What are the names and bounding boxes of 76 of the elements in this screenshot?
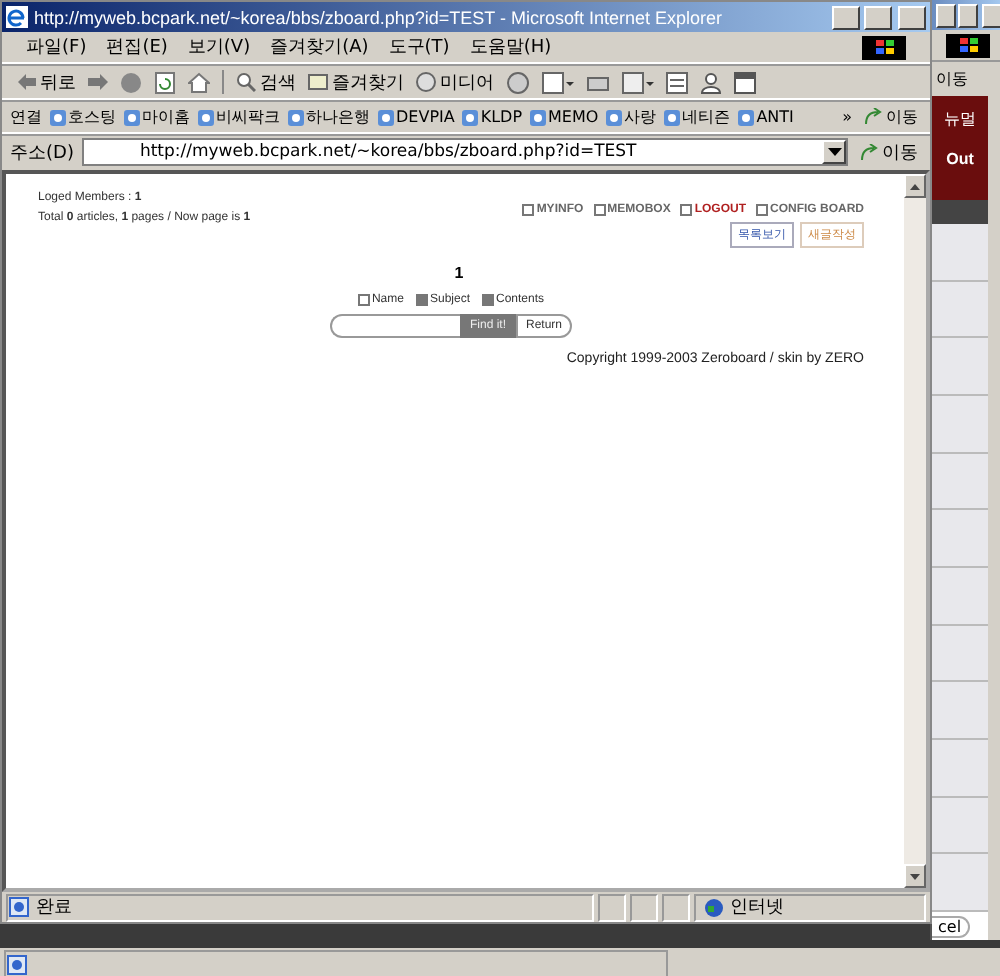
- page-icon: [606, 109, 623, 125]
- search-icon: [236, 72, 256, 92]
- document-icon[interactable]: [666, 71, 688, 93]
- zone-text: 인터넷: [694, 893, 926, 921]
- search-field[interactable]: [329, 314, 460, 338]
- person-icon[interactable]: [700, 71, 722, 93]
- status-panel: [630, 893, 658, 921]
- status-text: 완료: [6, 893, 594, 921]
- go-button[interactable]: 이동: [860, 106, 922, 128]
- menu-item[interactable]: 편집(E): [106, 34, 168, 60]
- link-button[interactable]: 마이홈: [124, 106, 190, 128]
- page-icon: [378, 109, 394, 125]
- link-button[interactable]: MEMO: [530, 108, 599, 126]
- home-icon[interactable]: [188, 71, 210, 93]
- favorites-button[interactable]: 즐겨찾기: [308, 69, 404, 95]
- page-icon: [124, 109, 140, 125]
- scrollbar[interactable]: [904, 174, 926, 888]
- page-icon: [530, 109, 547, 125]
- back-button[interactable]: 뒤로: [18, 69, 76, 95]
- media-button[interactable]: 미디어: [416, 69, 494, 95]
- more-button[interactable]: »: [842, 108, 852, 126]
- checkbox[interactable]: [482, 294, 494, 306]
- page-icon: [664, 109, 681, 125]
- window-icon[interactable]: [734, 71, 756, 93]
- disc-icon: [416, 72, 436, 92]
- search-button[interactable]: 검색: [236, 69, 296, 95]
- back-arrow-icon: [18, 74, 36, 90]
- link-button[interactable]: 하나은행: [288, 106, 370, 128]
- dark-bar: [932, 200, 988, 224]
- page-icon: [738, 109, 755, 125]
- page-number[interactable]: 1: [38, 264, 880, 282]
- globe-icon: [704, 897, 724, 917]
- checkbox[interactable]: [357, 294, 370, 306]
- scroll-up-button[interactable]: [904, 174, 926, 198]
- up-arrow-icon: [910, 183, 920, 189]
- ie-icon: [6, 6, 28, 28]
- page-icon: [50, 109, 66, 125]
- windows-logo-icon: [945, 33, 989, 57]
- page-icon: [8, 896, 30, 918]
- cancel-button[interactable]: cel: [932, 915, 970, 937]
- menu-item[interactable]: 보기(V): [187, 34, 251, 60]
- go-arrow-icon: [864, 108, 882, 126]
- status-panel: [662, 893, 690, 921]
- page-icon: [6, 953, 28, 975]
- page-icon: [288, 109, 304, 125]
- down-arrow-icon: [910, 873, 920, 879]
- go-arrow-icon: [860, 143, 878, 161]
- checkbox[interactable]: [415, 294, 428, 306]
- address-label: 주소(D): [10, 141, 74, 165]
- status-panel: [598, 893, 626, 921]
- menu-item[interactable]: 파일(F): [26, 34, 87, 60]
- address-field[interactable]: http://myweb.bcpark.net/~korea/bbs/zboard.php?id=TEST: [81, 138, 848, 166]
- menu-item[interactable]: 즐겨찾기(A): [270, 34, 369, 60]
- caret-icon: [827, 148, 841, 156]
- forward-arrow-icon[interactable]: [88, 74, 108, 90]
- link-button[interactable]: 비씨팍크: [198, 106, 280, 128]
- menu-item[interactable]: 도움말(H): [469, 34, 552, 60]
- menu-item[interactable]: 도구(T): [388, 34, 450, 60]
- link-button[interactable]: 네티즌: [664, 106, 731, 128]
- link-button[interactable]: 사랑: [606, 106, 657, 128]
- link-button[interactable]: DEVPIA: [378, 108, 455, 126]
- refresh-icon[interactable]: [154, 71, 176, 93]
- link-button[interactable]: 호스팅: [50, 106, 116, 128]
- scroll-down-button[interactable]: [904, 864, 926, 888]
- window-title: http://myweb.bcpark.net/~korea/bbs/zboard.php?id=TEST - Microsoft Internet Explorer: [2, 2, 930, 32]
- page-icon: [198, 109, 214, 125]
- tab-label[interactable]: 뉴멀: [944, 108, 976, 130]
- out-link[interactable]: Out: [946, 150, 974, 168]
- dropdown-button[interactable]: [822, 140, 846, 164]
- go-button[interactable]: 이동: [856, 139, 922, 165]
- go-button[interactable]: 이동: [932, 67, 972, 89]
- link-button[interactable]: KLDP: [462, 108, 523, 126]
- windows-logo-icon: [862, 35, 906, 59]
- page-icon: [462, 109, 479, 125]
- link-button[interactable]: ANTI: [738, 108, 794, 126]
- links-label: 연결: [10, 106, 42, 128]
